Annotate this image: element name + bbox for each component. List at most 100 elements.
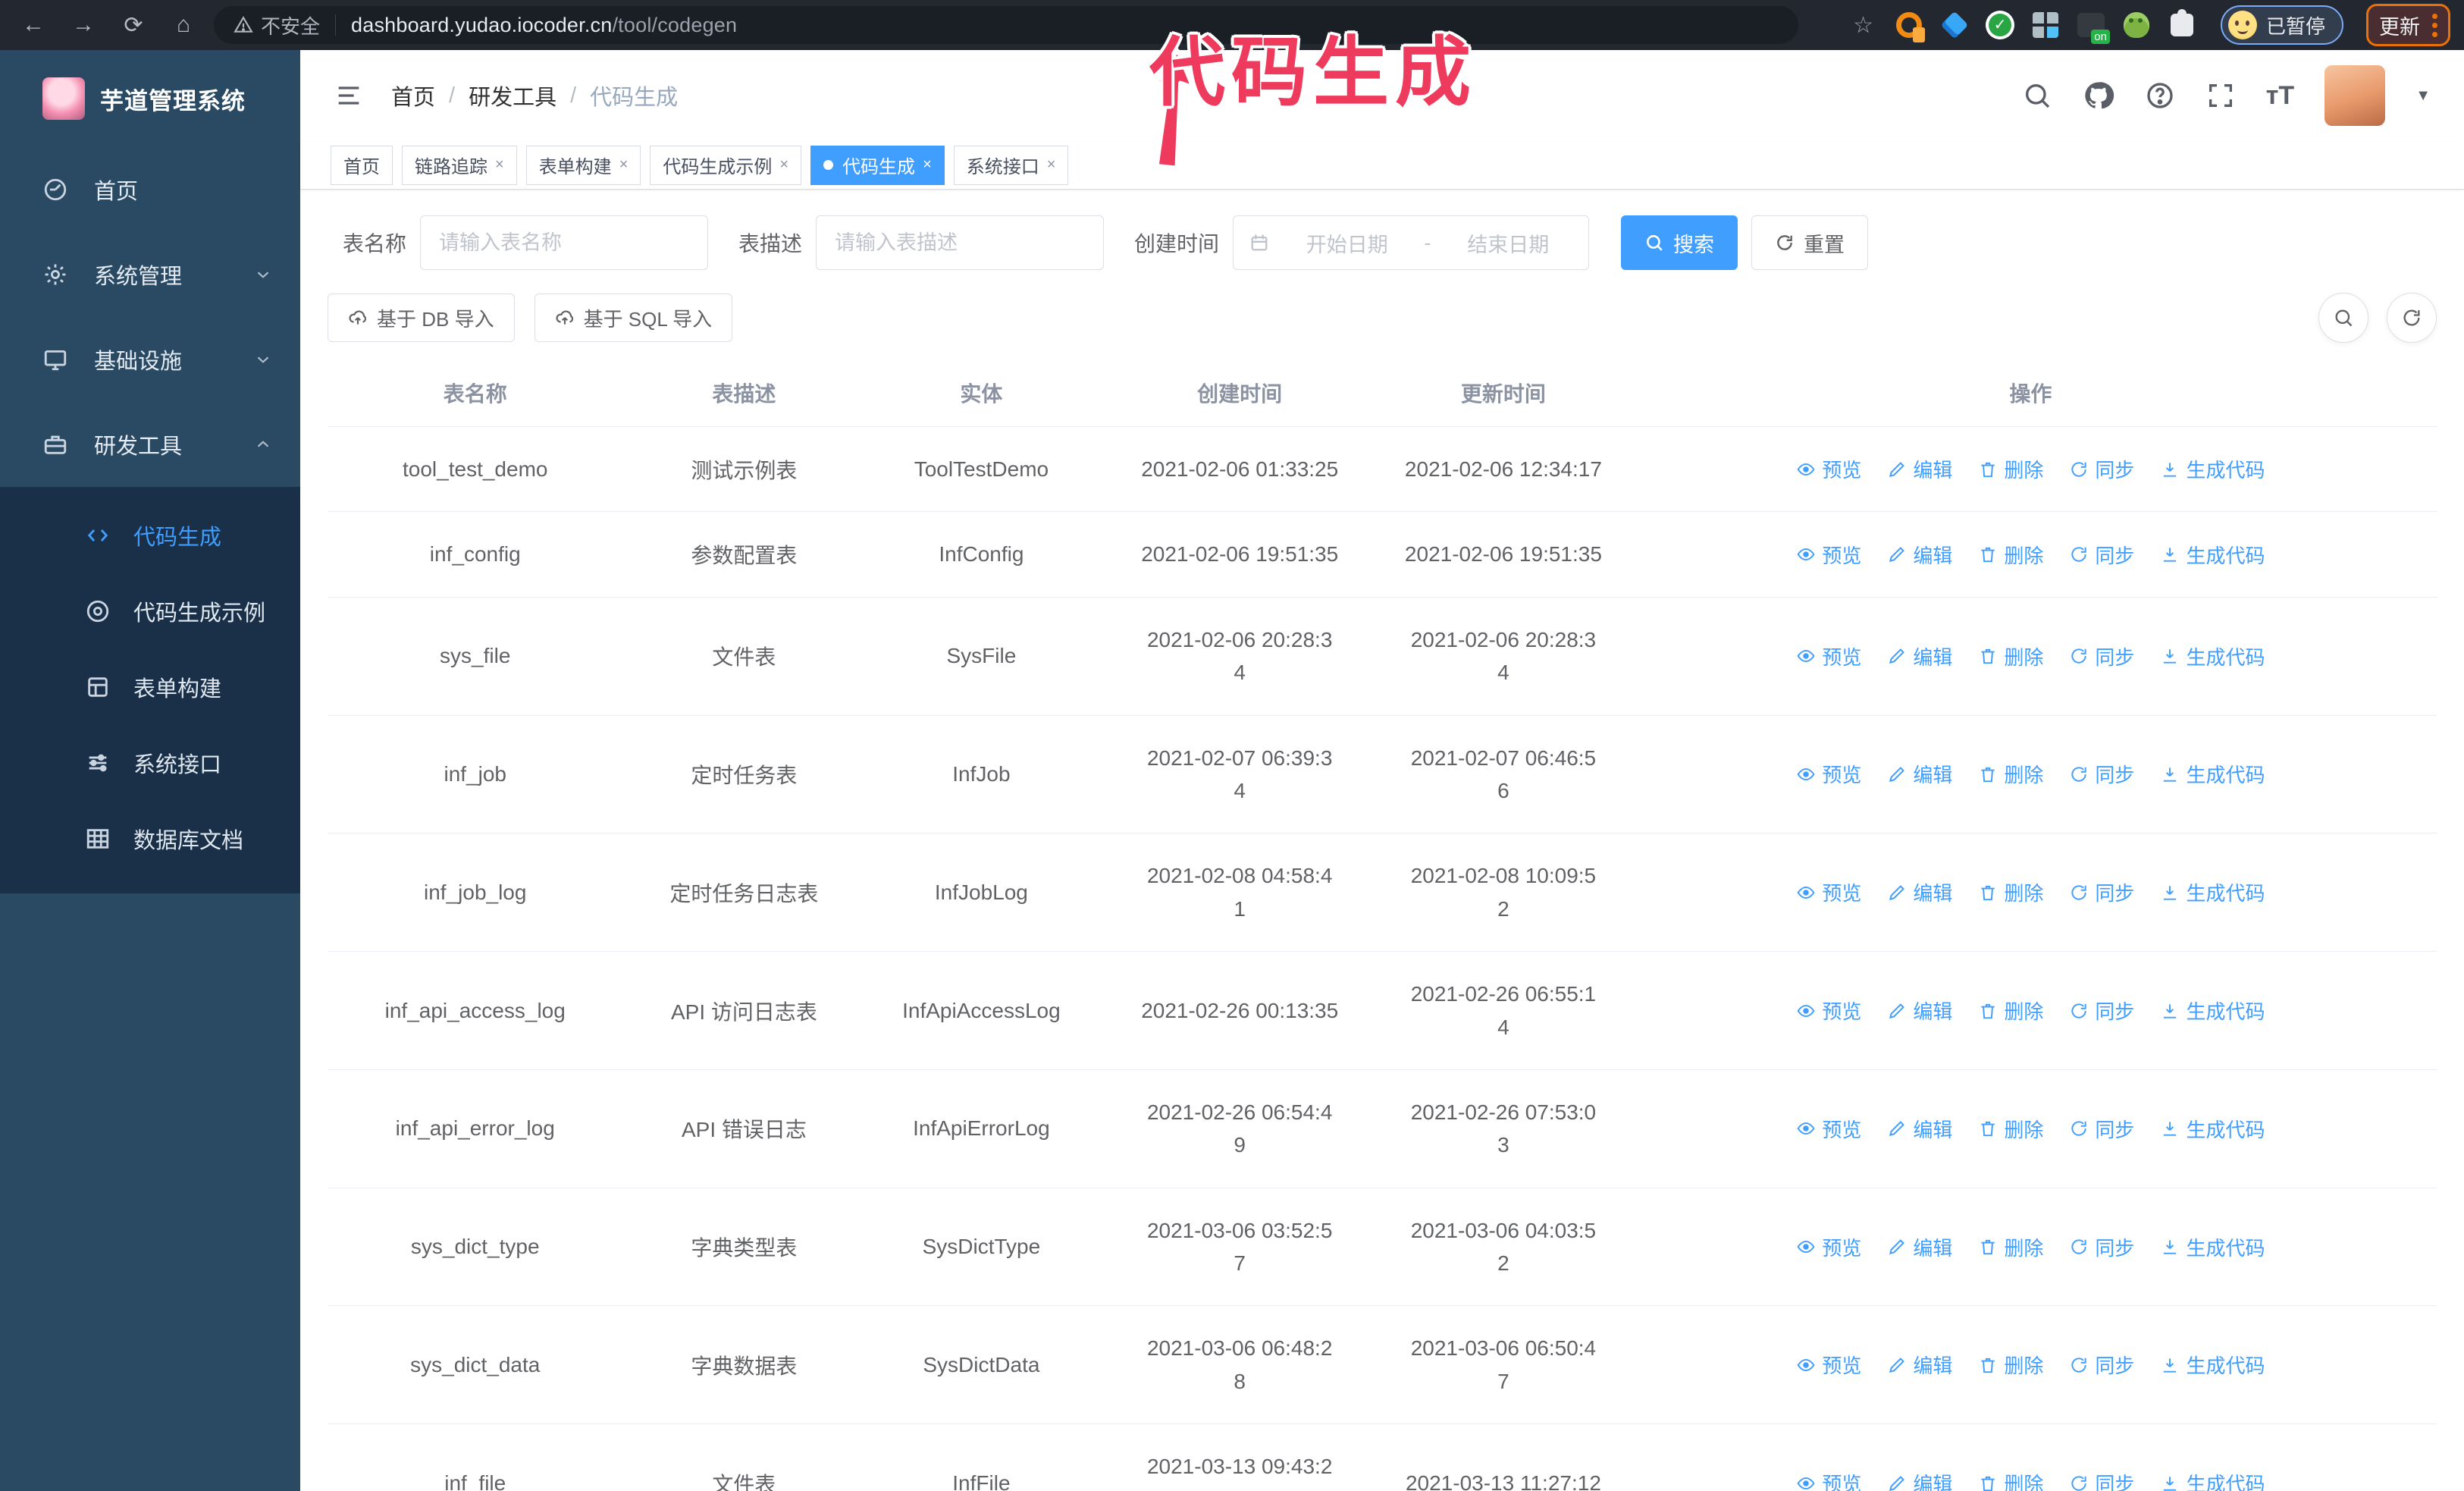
- edit-action[interactable]: 编辑: [1887, 997, 1952, 1025]
- check-extension-icon[interactable]: [1985, 11, 2014, 39]
- preview-action[interactable]: 预览: [1796, 1115, 1861, 1143]
- preview-action[interactable]: 预览: [1796, 541, 1861, 569]
- delete-action[interactable]: 删除: [1978, 997, 2043, 1025]
- close-icon[interactable]: ×: [619, 156, 629, 174]
- sync-action[interactable]: 同步: [2069, 1351, 2134, 1379]
- search-icon[interactable]: [2022, 80, 2052, 111]
- sidebar-item-系统管理[interactable]: 系统管理: [0, 232, 300, 317]
- hamburger-icon[interactable]: [334, 80, 364, 111]
- import-sql-button[interactable]: 基于 SQL 导入: [534, 293, 733, 342]
- preview-action[interactable]: 预览: [1796, 642, 1861, 670]
- edit-action[interactable]: 编辑: [1887, 1115, 1952, 1143]
- toggle-search-button[interactable]: [2318, 293, 2368, 343]
- generate-code-action[interactable]: 生成代码: [2160, 878, 2265, 906]
- docs-extension-icon[interactable]: [1895, 11, 1923, 39]
- close-icon[interactable]: ×: [923, 156, 932, 174]
- forward-icon[interactable]: →: [64, 5, 103, 45]
- sync-action[interactable]: 同步: [2069, 760, 2134, 788]
- sidebar-item-基础设施[interactable]: 基础设施: [0, 317, 300, 402]
- breadcrumb-item-首页[interactable]: 首页: [391, 80, 435, 111]
- sync-action[interactable]: 同步: [2069, 878, 2134, 906]
- sync-action[interactable]: 同步: [2069, 997, 2134, 1025]
- close-icon[interactable]: ×: [1047, 156, 1056, 174]
- import-db-button[interactable]: 基于 DB 导入: [328, 293, 515, 342]
- browser-menu-icon[interactable]: [2432, 13, 2437, 37]
- edit-action[interactable]: 编辑: [1887, 642, 1952, 670]
- fullscreen-icon[interactable]: [2205, 80, 2236, 111]
- tab-表单构建[interactable]: 表单构建 ×: [525, 145, 641, 185]
- preview-action[interactable]: 预览: [1796, 997, 1861, 1025]
- submenu-item-表单构建[interactable]: 表单构建: [0, 649, 300, 725]
- sidebar-item-首页[interactable]: 首页: [0, 147, 300, 232]
- preview-action[interactable]: 预览: [1796, 1233, 1861, 1261]
- edit-action[interactable]: 编辑: [1887, 541, 1952, 569]
- sidebar-logo[interactable]: 芋道管理系统: [0, 50, 300, 147]
- reset-button[interactable]: 重置: [1751, 215, 1869, 270]
- preview-action[interactable]: 预览: [1796, 1351, 1861, 1379]
- help-icon[interactable]: [2145, 80, 2175, 111]
- generate-code-action[interactable]: 生成代码: [2160, 1351, 2265, 1379]
- puzzle-extension-icon[interactable]: [2168, 11, 2196, 39]
- tab-代码生成示例[interactable]: 代码生成示例 ×: [650, 145, 802, 185]
- address-bar[interactable]: 不安全 dashboard.yudao.iocoder.cn/tool/code…: [214, 6, 1798, 44]
- github-icon[interactable]: [2083, 80, 2114, 111]
- back-icon[interactable]: ←: [14, 5, 53, 45]
- delete-action[interactable]: 删除: [1978, 455, 2043, 483]
- preview-action[interactable]: 预览: [1796, 760, 1861, 788]
- close-icon[interactable]: ×: [495, 156, 504, 174]
- sync-action[interactable]: 同步: [2069, 455, 2134, 483]
- delete-action[interactable]: 删除: [1978, 1115, 2043, 1143]
- onpage-extension-icon[interactable]: [2077, 11, 2105, 39]
- preview-action[interactable]: 预览: [1796, 878, 1861, 906]
- generate-code-action[interactable]: 生成代码: [2160, 455, 2265, 483]
- font-size-icon[interactable]: тT: [2266, 81, 2294, 111]
- sync-action[interactable]: 同步: [2069, 642, 2134, 670]
- submenu-item-系统接口[interactable]: 系统接口: [0, 725, 300, 801]
- submenu-item-代码生成[interactable]: 代码生成: [0, 498, 300, 573]
- close-icon[interactable]: ×: [779, 156, 788, 174]
- bookmark-star-icon[interactable]: ☆: [1853, 12, 1873, 39]
- delete-action[interactable]: 删除: [1978, 1351, 2043, 1379]
- gem-extension-icon[interactable]: [1940, 11, 1969, 39]
- tab-首页[interactable]: 首页: [331, 145, 393, 185]
- edit-action[interactable]: 编辑: [1887, 760, 1952, 788]
- table-desc-input[interactable]: [816, 215, 1105, 270]
- generate-code-action[interactable]: 生成代码: [2160, 1233, 2265, 1261]
- delete-action[interactable]: 删除: [1978, 1233, 2043, 1261]
- sync-action[interactable]: 同步: [2069, 1233, 2134, 1261]
- sync-action[interactable]: 同步: [2069, 541, 2134, 569]
- update-button[interactable]: 更新: [2379, 11, 2420, 40]
- breadcrumb-item-研发工具[interactable]: 研发工具: [469, 80, 556, 111]
- refresh-table-button[interactable]: [2387, 293, 2437, 343]
- delete-action[interactable]: 删除: [1978, 760, 2043, 788]
- home-icon[interactable]: ⌂: [164, 5, 203, 45]
- profile-paused-chip[interactable]: 已暂停: [2220, 5, 2343, 45]
- edit-action[interactable]: 编辑: [1887, 455, 1952, 483]
- delete-action[interactable]: 删除: [1978, 1469, 2043, 1491]
- submenu-item-数据库文档[interactable]: 数据库文档: [0, 801, 300, 877]
- reload-icon[interactable]: ⟳: [114, 5, 153, 45]
- submenu-item-代码生成示例[interactable]: 代码生成示例: [0, 573, 300, 649]
- preview-action[interactable]: 预览: [1796, 455, 1861, 483]
- generate-code-action[interactable]: 生成代码: [2160, 760, 2265, 788]
- generate-code-action[interactable]: 生成代码: [2160, 1115, 2265, 1143]
- edit-action[interactable]: 编辑: [1887, 878, 1952, 906]
- delete-action[interactable]: 删除: [1978, 642, 2043, 670]
- delete-action[interactable]: 删除: [1978, 878, 2043, 906]
- edit-action[interactable]: 编辑: [1887, 1233, 1952, 1261]
- edit-action[interactable]: 编辑: [1887, 1469, 1952, 1491]
- date-range-picker[interactable]: 开始日期 - 结束日期: [1233, 215, 1590, 270]
- tab-链路追踪[interactable]: 链路追踪 ×: [402, 145, 517, 185]
- user-avatar[interactable]: [2324, 65, 2386, 126]
- table-name-input[interactable]: [420, 215, 709, 270]
- edit-action[interactable]: 编辑: [1887, 1351, 1952, 1379]
- generate-code-action[interactable]: 生成代码: [2160, 642, 2265, 670]
- search-button[interactable]: 搜索: [1621, 215, 1738, 270]
- grid-extension-icon[interactable]: [2031, 11, 2060, 39]
- sidebar-item-研发工具[interactable]: 研发工具: [0, 402, 300, 487]
- frog-extension-icon[interactable]: [2122, 11, 2151, 39]
- generate-code-action[interactable]: 生成代码: [2160, 541, 2265, 569]
- preview-action[interactable]: 预览: [1796, 1469, 1861, 1491]
- generate-code-action[interactable]: 生成代码: [2160, 997, 2265, 1025]
- sync-action[interactable]: 同步: [2069, 1469, 2134, 1491]
